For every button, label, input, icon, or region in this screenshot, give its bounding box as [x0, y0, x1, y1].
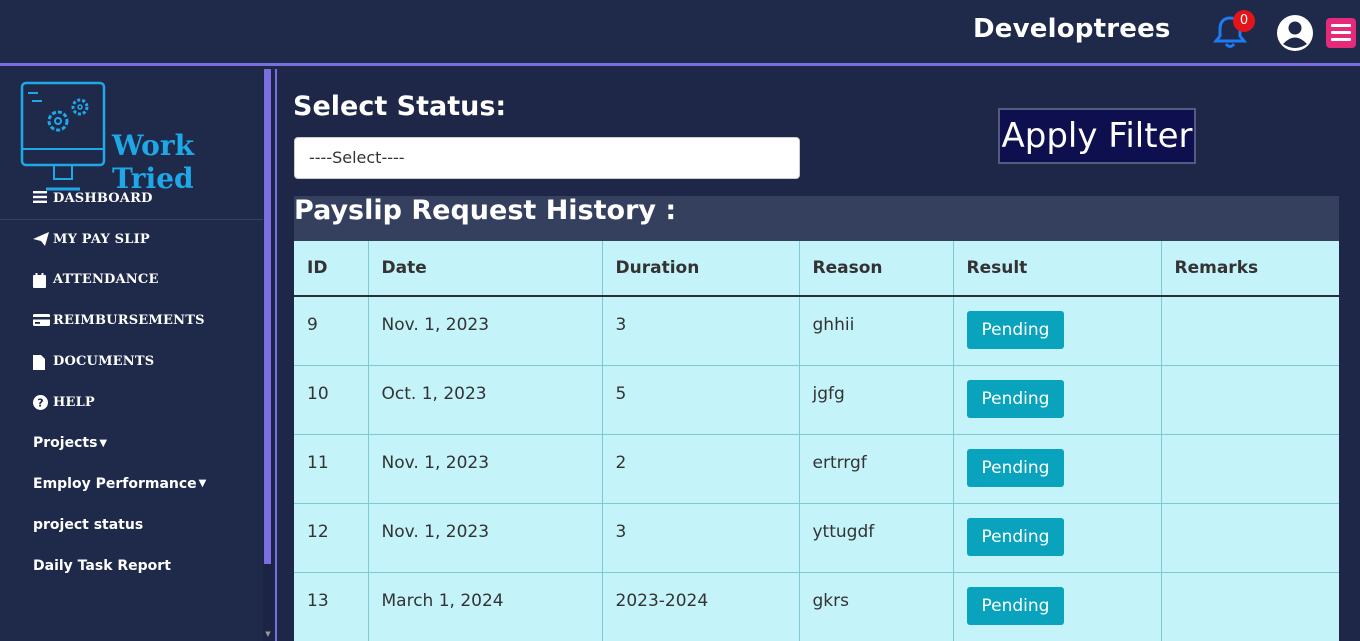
sidebar-item-label: DOCUMENTS — [53, 354, 155, 370]
cell-result: Pending — [953, 572, 1162, 641]
sidebar-item-help[interactable]: ? HELP — [33, 382, 206, 423]
sidebar-item-my-pay-slip[interactable]: MY PAY SLIP — [33, 219, 206, 260]
cell-result: Pending — [953, 503, 1162, 573]
table-row: 13 March 1, 2024 2023-2024 gkrs Pending — [294, 572, 1339, 641]
status-select[interactable]: ----Select---- — [294, 137, 800, 179]
sidebar-item-label: Projects — [33, 435, 98, 452]
column-header-result: Result — [953, 241, 1162, 297]
cell-id: 12 — [294, 503, 369, 573]
sidebar-item-dashboard[interactable]: DASHBOARD — [33, 178, 206, 219]
history-title: Payslip Request History : — [294, 195, 677, 226]
sidebar-item-attendance[interactable]: ATTENDANCE — [33, 260, 206, 301]
pending-status-badge[interactable]: Pending — [966, 517, 1065, 556]
cell-date: Nov. 1, 2023 — [368, 503, 603, 573]
sidebar-item-reimbursements[interactable]: REIMBURSEMENTS — [33, 300, 206, 341]
sidebar-item-label: REIMBURSEMENTS — [53, 313, 205, 329]
cell-id: 9 — [294, 296, 369, 366]
pending-status-badge[interactable]: Pending — [966, 311, 1065, 349]
sidebar-item-label: DASHBOARD — [53, 190, 153, 206]
sidebar-item-label: Daily Task Report — [33, 557, 171, 574]
table-row: 12 Nov. 1, 2023 3 yttugdf Pending — [294, 503, 1339, 573]
cell-duration: 2023-2024 — [602, 572, 800, 641]
cell-remarks — [1161, 503, 1339, 573]
brand-name: Developtrees — [973, 14, 1171, 44]
cell-reason: gkrs — [799, 572, 954, 641]
sidebar-item-label: HELP — [53, 394, 95, 410]
column-header-duration: Duration — [602, 241, 800, 297]
pending-status-badge[interactable]: Pending — [966, 586, 1065, 625]
cell-remarks — [1161, 572, 1339, 641]
cell-date: March 1, 2024 — [368, 572, 603, 641]
cell-date: Oct. 1, 2023 — [368, 365, 603, 435]
cell-duration: 3 — [602, 296, 800, 366]
cell-reason: yttugdf — [799, 503, 954, 573]
sidebar-item-label: Employ Performance — [33, 475, 197, 492]
sidebar-item-daily-task-report[interactable]: Daily Task Report — [33, 545, 206, 586]
cell-reason: ghhii — [799, 296, 954, 366]
cell-result: Pending — [953, 434, 1162, 504]
cell-result: Pending — [953, 296, 1162, 366]
cell-duration: 2 — [602, 434, 800, 504]
cell-duration: 5 — [602, 365, 800, 435]
cell-remarks — [1161, 434, 1339, 504]
cell-date: Nov. 1, 2023 — [368, 296, 603, 366]
caret-down-icon: ▼ — [99, 437, 108, 449]
cell-id: 11 — [294, 434, 369, 504]
caret-down-icon: ▼ — [198, 478, 207, 490]
sidebar-item-label: project status — [33, 516, 144, 533]
bars-icon — [33, 191, 49, 205]
paper-plane-icon — [33, 232, 49, 247]
column-header-remarks: Remarks — [1161, 241, 1339, 297]
cell-duration: 3 — [602, 503, 800, 573]
sidebar-scroll-thumb[interactable] — [264, 69, 271, 564]
svg-text:?: ? — [37, 397, 44, 410]
sidebar-item-project-status[interactable]: project status — [33, 504, 206, 545]
credit-card-icon — [33, 313, 50, 328]
hamburger-menu-button[interactable] — [1326, 18, 1356, 48]
cell-date: Nov. 1, 2023 — [368, 434, 603, 504]
cell-remarks — [1161, 365, 1339, 435]
cell-remarks — [1161, 296, 1339, 366]
cell-id: 13 — [294, 572, 369, 641]
sidebar-nav: DASHBOARD MY PAY SLIP ATTENDANCE REIMBUR… — [33, 178, 206, 586]
select-status-label: Select Status: — [293, 91, 507, 122]
pending-status-badge[interactable]: Pending — [966, 379, 1065, 418]
sidebar-item-label: ATTENDANCE — [53, 272, 159, 288]
user-avatar-icon[interactable] — [1276, 14, 1314, 52]
pending-status-badge[interactable]: Pending — [966, 448, 1065, 487]
table-row: 11 Nov. 1, 2023 2 ertrrgf Pending — [294, 434, 1339, 504]
notification-count-badge: 0 — [1233, 10, 1255, 32]
cell-id: 10 — [294, 365, 369, 435]
table-row: 9 Nov. 1, 2023 3 ghhii Pending — [294, 296, 1339, 366]
table-header-row: ID Date Duration Reason Result Remarks — [294, 241, 1339, 297]
payslip-request-table: ID Date Duration Reason Result Remarks 9… — [294, 241, 1339, 641]
cell-reason: jgfg — [799, 365, 954, 435]
cell-result: Pending — [953, 365, 1162, 435]
sidebar-item-employ-performance[interactable]: Employ Performance ▼ — [33, 464, 206, 505]
column-header-id: ID — [294, 241, 369, 297]
file-icon — [33, 354, 49, 370]
apply-filter-button[interactable]: Apply Filter — [998, 108, 1196, 164]
column-header-reason: Reason — [799, 241, 954, 297]
calendar-icon — [33, 272, 49, 288]
sidebar-item-documents[interactable]: DOCUMENTS — [33, 341, 206, 382]
sidebar-item-projects[interactable]: Projects ▼ — [33, 423, 206, 464]
table-row: 10 Oct. 1, 2023 5 jgfg Pending — [294, 365, 1339, 435]
sidebar-item-label: MY PAY SLIP — [53, 231, 150, 247]
scroll-down-arrow-icon[interactable]: ▼ — [263, 630, 273, 640]
question-circle-icon: ? — [33, 395, 49, 411]
column-header-date: Date — [368, 241, 603, 297]
cell-reason: ertrrgf — [799, 434, 954, 504]
